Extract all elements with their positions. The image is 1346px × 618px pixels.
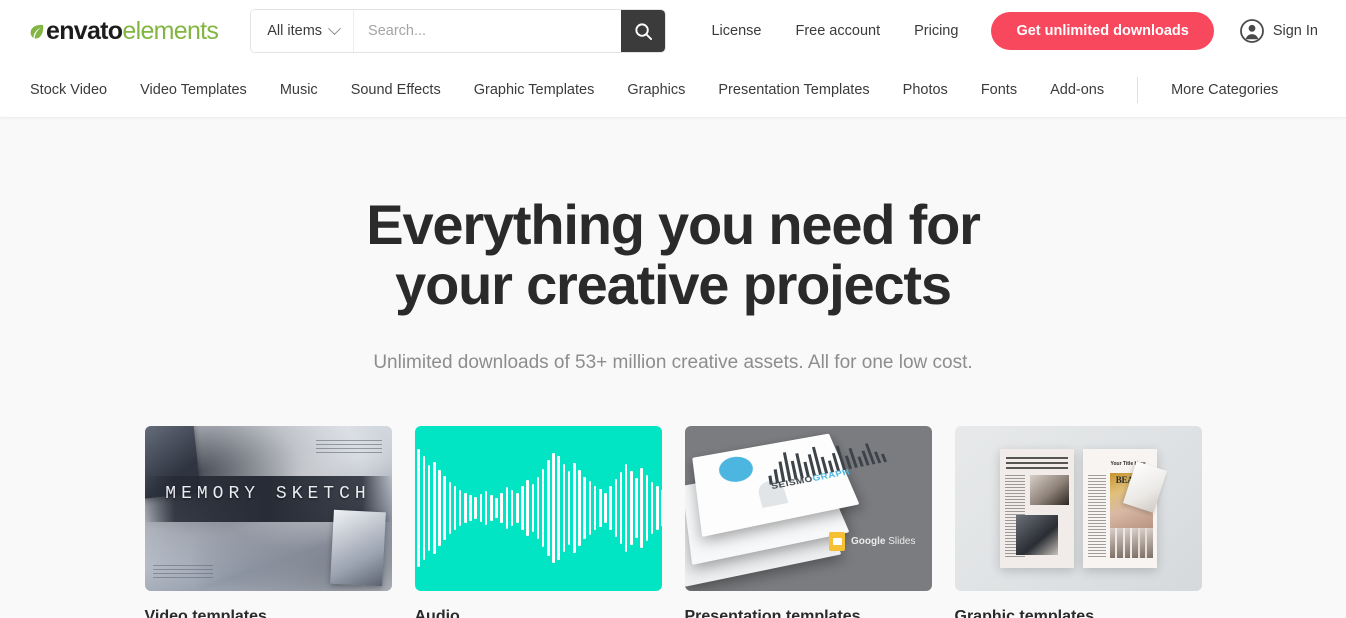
- thumb-title-text: MEMORY SKETCH: [165, 483, 371, 504]
- logo-text: envatoelements: [46, 16, 219, 45]
- magazine-photo-bottom-left: [1015, 514, 1058, 555]
- google-slides-badge: Google Slides: [829, 531, 916, 551]
- magazine-photo-top-left: [1029, 474, 1069, 505]
- top-header: envatoelements All items License Free ac…: [0, 0, 1346, 62]
- thumb-text-block-top: [315, 439, 382, 456]
- card-graphic-templates[interactable]: Your Title Here BEAUTY Graphic templates: [954, 425, 1202, 618]
- nav-item-add-ons[interactable]: Add-ons: [1050, 82, 1104, 98]
- thumb-text-block-bottom: [152, 564, 213, 579]
- hero-title-line-1: Everything you need for: [366, 193, 981, 256]
- search-category-dropdown[interactable]: All items: [251, 10, 355, 52]
- magazine-folded-page: [1122, 460, 1167, 513]
- category-card-row: MEMORY SKETCH Video templates Audio SEIS…: [0, 425, 1346, 618]
- card-label-video-templates: Video templates: [144, 607, 267, 618]
- envato-elements-logo[interactable]: envatoelements: [30, 16, 219, 46]
- nav-item-graphic-templates[interactable]: Graphic Templates: [474, 82, 595, 98]
- chevron-down-icon: [328, 21, 341, 35]
- leaf-icon: [30, 24, 44, 38]
- search-bar: All items: [250, 9, 667, 53]
- magazine-headline-left: [1005, 456, 1068, 469]
- audio-waveform-thumbnail: [414, 425, 662, 591]
- search-submit-button[interactable]: [621, 10, 666, 52]
- card-video-templates[interactable]: MEMORY SKETCH Video templates: [144, 425, 392, 618]
- magazine-text-column-right: [1087, 474, 1106, 558]
- card-label-audio: Audio: [414, 607, 460, 618]
- header-right-nav: License Free account Pricing Get unlimit…: [694, 12, 1318, 50]
- nav-item-photos[interactable]: Photos: [903, 82, 948, 98]
- nav-item-music[interactable]: Music: [280, 82, 318, 98]
- nav-item-fonts[interactable]: Fonts: [981, 82, 1017, 98]
- hero-title: Everything you need for your creative pro…: [0, 195, 1346, 315]
- thumb-photo-right: [329, 509, 386, 587]
- logo-envato-text: envato: [46, 16, 123, 45]
- card-audio[interactable]: Audio: [414, 425, 662, 618]
- sign-in-label: Sign In: [1272, 23, 1318, 39]
- magazine-page-right: Your Title Here BEAUTY: [1082, 448, 1167, 568]
- search-icon: [635, 22, 652, 40]
- badge-brand: Google: [851, 535, 886, 547]
- waveform-graphic: [414, 426, 662, 591]
- nav-item-presentation-templates[interactable]: Presentation Templates: [718, 82, 869, 98]
- category-nav: Stock Video Video Templates Music Sound …: [0, 62, 1346, 117]
- sign-in-button[interactable]: Sign In: [1239, 19, 1318, 43]
- card-label-graphic-templates: Graphic templates: [954, 607, 1095, 618]
- search-category-label: All items: [267, 23, 323, 39]
- nav-item-sound-effects[interactable]: Sound Effects: [351, 82, 441, 98]
- video-template-thumbnail: MEMORY SKETCH: [144, 425, 392, 591]
- hero-subtitle: Unlimited downloads of 53+ million creat…: [373, 351, 973, 373]
- nav-item-stock-video[interactable]: Stock Video: [30, 82, 107, 98]
- logo-elements-text: elements: [122, 16, 219, 45]
- nav-item-video-templates[interactable]: Video Templates: [140, 82, 247, 98]
- page-viewport: envatoelements All items License Free ac…: [0, 0, 1346, 618]
- nav-item-graphics[interactable]: Graphics: [627, 82, 685, 98]
- magazine-page-left: [999, 448, 1074, 568]
- header-link-pricing[interactable]: Pricing: [897, 23, 975, 39]
- nav-divider: [1137, 76, 1139, 103]
- get-unlimited-downloads-button[interactable]: Get unlimited downloads: [991, 12, 1214, 50]
- google-slides-label: Google Slides: [851, 536, 915, 547]
- header-link-license[interactable]: License: [694, 23, 778, 39]
- search-input[interactable]: [354, 10, 622, 52]
- hero-title-line-2: your creative projects: [395, 252, 952, 316]
- magazine-product-grid: [1109, 527, 1153, 558]
- presentation-slides-thumbnail: SEISMOGRAPH Google Slides: [684, 425, 932, 591]
- nav-item-more-categories[interactable]: More Categories: [1171, 82, 1278, 98]
- user-avatar-icon: [1239, 19, 1264, 43]
- header-link-free-account[interactable]: Free account: [778, 23, 897, 39]
- card-presentation-templates[interactable]: SEISMOGRAPH Google Slides Presentation t…: [684, 425, 932, 618]
- card-label-presentation-templates: Presentation templates: [684, 607, 861, 618]
- badge-product: Slides: [888, 535, 916, 547]
- magazine-spread-thumbnail: Your Title Here BEAUTY: [954, 425, 1202, 591]
- google-slides-icon: [829, 531, 846, 551]
- hero-section: Everything you need for your creative pro…: [0, 117, 1346, 374]
